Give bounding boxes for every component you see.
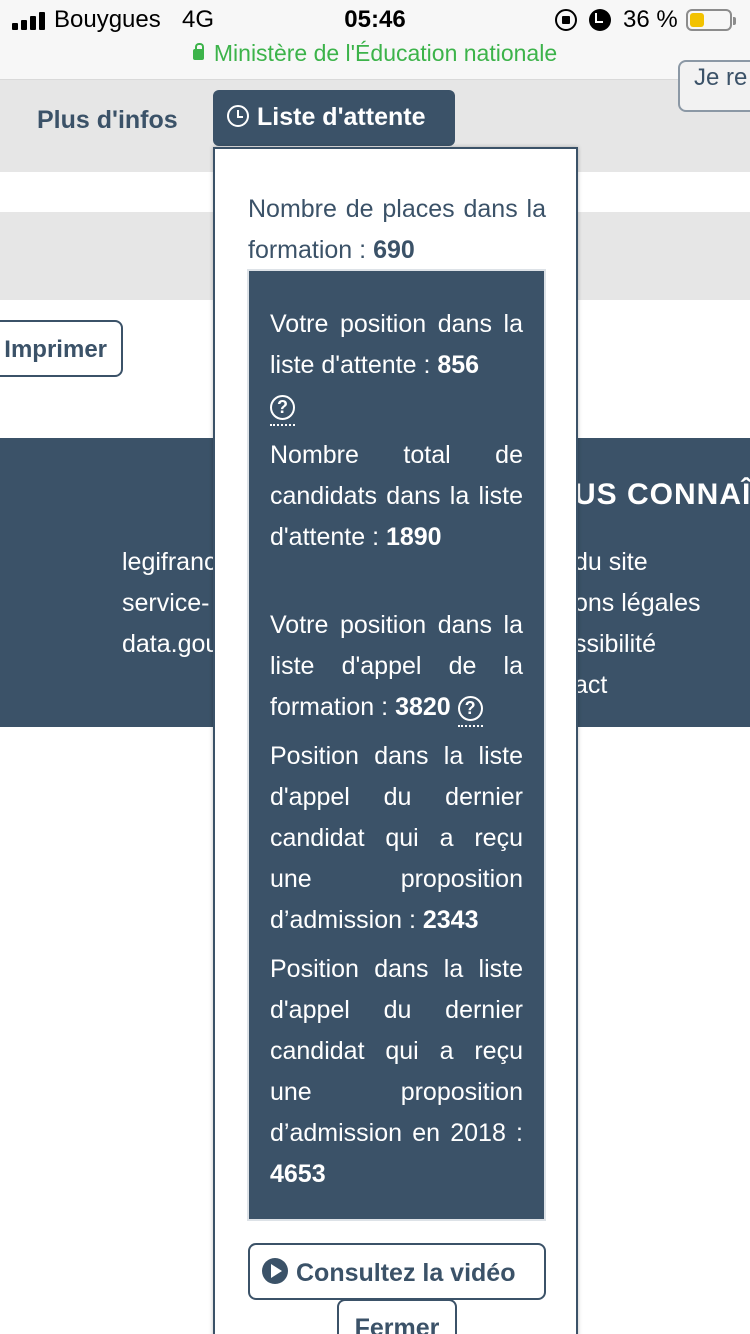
footer-link[interactable]: act	[574, 665, 700, 706]
footer-link[interactable]: legifranc	[122, 542, 219, 583]
top-right-button[interactable]: Je re	[678, 60, 750, 112]
footer-link[interactable]: ons légales	[574, 583, 700, 624]
footer-link[interactable]: data.gou	[122, 624, 219, 665]
video-button-label: Consultez la vidéo	[296, 1259, 516, 1287]
call-position-value: 3820	[395, 693, 451, 721]
status-bar: Bouygues 4G 05:46 36 % Ministère de l'Éd…	[0, 0, 750, 80]
total-text: Nombre total de candidats dans la liste …	[270, 435, 523, 558]
places-text: Nombre de places dans la formation : 690	[248, 189, 546, 271]
position-text: Votre position dans la liste d'attente :…	[270, 304, 523, 427]
places-value: 690	[373, 236, 415, 264]
url-bar[interactable]: Ministère de l'Éducation nationale	[0, 40, 750, 67]
last-admitted-label: Position dans la liste d'appel du dernie…	[270, 742, 523, 934]
waitlist-details-box: Votre position dans la liste d'attente :…	[247, 269, 546, 1221]
last-admitted-2018-text: Position dans la liste d'appel du dernie…	[270, 949, 523, 1195]
battery-level	[690, 13, 704, 27]
footer-link[interactable]: service-	[122, 583, 219, 624]
alarm-icon	[589, 9, 611, 31]
url-title: Ministère de l'Éducation nationale	[213, 40, 558, 66]
last-admitted-2018-label: Position dans la liste d'appel du dernie…	[270, 955, 523, 1147]
last-admitted-2018-value: 4653	[270, 1160, 326, 1188]
total-value: 1890	[385, 523, 442, 551]
footer-link[interactable]: ssibilité	[574, 624, 700, 665]
position-label: Votre position dans la liste d'attente :	[270, 310, 523, 379]
padlock-icon	[192, 43, 204, 60]
play-icon	[262, 1258, 288, 1284]
lock-rotation-icon	[555, 9, 577, 31]
battery-percent: 36 %	[623, 6, 678, 33]
last-admitted-text: Position dans la liste d'appel du dernie…	[270, 736, 523, 941]
last-admitted-value: 2343	[422, 906, 479, 934]
help-icon[interactable]: ?	[270, 395, 295, 426]
waitlist-popover: Nombre de places dans la formation : 690…	[213, 147, 578, 1334]
footer-title: US CONNAÎ	[574, 478, 750, 511]
video-button[interactable]: Consultez la vidéo	[248, 1243, 546, 1300]
footer-right-links: du site ons légales ssibilité act	[574, 542, 700, 706]
position-value: 856	[437, 351, 480, 379]
clock-icon	[227, 105, 249, 127]
call-position-text: Votre position dans la liste d'appel de …	[270, 605, 523, 728]
waitlist-details: Votre position dans la liste d'attente :…	[270, 304, 523, 1203]
help-icon[interactable]: ?	[457, 696, 483, 727]
tab-label: Liste d'attente	[257, 103, 426, 131]
footer-left-links: legifranc service- data.gou	[122, 542, 219, 665]
tab-plus-infos[interactable]: Plus d'infos	[37, 106, 178, 135]
footer-link[interactable]: du site	[574, 542, 700, 583]
print-button[interactable]: Imprimer	[0, 320, 123, 377]
close-button[interactable]: Fermer	[337, 1299, 457, 1334]
battery-icon	[686, 9, 736, 31]
tab-liste-attente[interactable]: Liste d'attente	[213, 90, 455, 146]
